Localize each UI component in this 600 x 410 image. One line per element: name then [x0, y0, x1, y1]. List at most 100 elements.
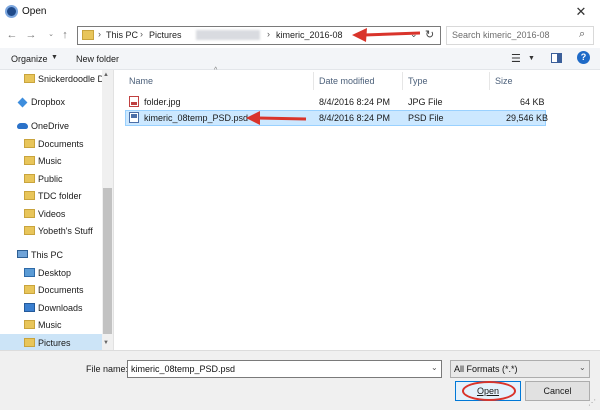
- view-options-icon[interactable]: ☰: [511, 52, 521, 65]
- nav-item-videos[interactable]: Videos: [0, 206, 102, 223]
- resize-grip-icon[interactable]: ⋰: [588, 398, 596, 407]
- folder-icon: [24, 139, 35, 148]
- folder-icon: [24, 174, 35, 183]
- annotation-circle: [462, 381, 516, 401]
- dropbox-icon: [17, 97, 28, 108]
- help-icon[interactable]: ?: [577, 51, 590, 64]
- nav-item-label: Music: [38, 320, 62, 330]
- nav-item-label: Documents: [38, 285, 84, 295]
- column-header-type[interactable]: Type: [408, 76, 428, 86]
- nav-item-snickerdoodle[interactable]: Snickerdoodle D: [0, 71, 104, 88]
- nav-item-dropbox[interactable]: Dropbox: [0, 94, 102, 111]
- organize-dropdown-icon[interactable]: ▼: [51, 54, 58, 61]
- nav-item-label: Dropbox: [31, 97, 66, 107]
- sort-chevron-icon: ^: [214, 67, 218, 74]
- breadcrumb-redacted[interactable]: [196, 30, 260, 40]
- file-type: PSD File: [408, 113, 444, 123]
- file-size: 29,546 KB: [506, 113, 549, 123]
- preview-pane-icon-fill: [557, 54, 561, 62]
- cloud-icon: [17, 123, 28, 129]
- file-date: 8/4/2016 8:24 PM: [319, 113, 391, 123]
- breadcrumb-chevron-icon[interactable]: ›: [267, 29, 270, 39]
- nav-item-tdc-folder[interactable]: TDC folder: [0, 188, 102, 205]
- nav-item-yobeths-stuff[interactable]: Yobeth's Stuff: [0, 223, 102, 240]
- nav-item-label: Music: [38, 156, 62, 166]
- filter-dropdown-icon[interactable]: ⌄: [579, 363, 586, 372]
- window-title: Open: [22, 6, 47, 17]
- file-row-folder-jpg[interactable]: folder.jpg 8/4/2016 8:24 PM JPG File 64 …: [125, 94, 545, 110]
- view-dropdown-icon[interactable]: ▼: [528, 55, 535, 62]
- column-header-date-modified[interactable]: Date modified: [319, 76, 375, 86]
- file-type: JPG File: [408, 97, 443, 107]
- nav-scrollbar-thumb[interactable]: [103, 188, 112, 334]
- annotation-arrow-address: [352, 28, 421, 42]
- file-date: 8/4/2016 8:24 PM: [319, 97, 391, 107]
- downloads-folder-icon: [24, 303, 35, 312]
- column-divider[interactable]: [313, 72, 314, 90]
- psd-file-icon: [129, 112, 139, 123]
- search-icon[interactable]: ⌕: [579, 28, 585, 41]
- jpg-file-icon: [129, 96, 139, 107]
- file-type-filter-value: All Formats (*.*): [454, 364, 518, 374]
- close-button[interactable]: ✕: [566, 2, 596, 22]
- recent-chevron-down-icon[interactable]: ⌄: [44, 27, 58, 43]
- column-header-size[interactable]: Size: [495, 76, 513, 86]
- folder-icon: [24, 226, 35, 235]
- documents-folder-icon: [24, 285, 35, 294]
- breadcrumb-this-pc[interactable]: This PC: [106, 30, 138, 40]
- annotation-arrow-file: [246, 111, 307, 125]
- new-folder-button[interactable]: New folder: [76, 54, 119, 64]
- file-size: 64 KB: [520, 97, 545, 107]
- nav-item-label: Pictures: [38, 338, 71, 348]
- folder-icon: [82, 30, 94, 40]
- breadcrumb-current-folder[interactable]: kimeric_2016-08: [276, 30, 343, 40]
- scroll-down-icon[interactable]: ▼: [103, 340, 109, 346]
- nav-item-label: Videos: [38, 209, 66, 219]
- column-header-name[interactable]: Name: [129, 76, 153, 86]
- breadcrumb-chevron-icon[interactable]: ›: [98, 29, 101, 39]
- nav-item-label: This PC: [31, 250, 64, 260]
- music-folder-icon: [24, 320, 35, 329]
- file-name: kimeric_08temp_PSD.psd: [144, 113, 249, 123]
- forward-arrow-icon[interactable]: →: [24, 27, 38, 43]
- nav-item-this-pc[interactable]: This PC: [0, 247, 102, 264]
- up-arrow-icon[interactable]: ↑: [58, 27, 72, 43]
- breadcrumb-pictures[interactable]: Pictures: [149, 30, 182, 40]
- file-name-dropdown-icon[interactable]: ⌄: [431, 363, 438, 372]
- nav-item-pc-music[interactable]: Music: [0, 317, 102, 334]
- refresh-icon[interactable]: ↻: [425, 28, 434, 41]
- folder-icon: [24, 191, 35, 200]
- nav-item-label: Downloads: [38, 303, 83, 313]
- folder-icon: [24, 74, 35, 83]
- nav-item-public[interactable]: Public: [0, 171, 102, 188]
- pictures-folder-icon: [24, 338, 35, 347]
- nav-item-label: Desktop: [38, 268, 72, 278]
- column-divider[interactable]: [489, 72, 490, 90]
- nav-item-pc-documents[interactable]: Documents: [0, 282, 102, 299]
- nav-item-label: TDC folder: [38, 191, 82, 201]
- nav-item-onedrive-music[interactable]: Music: [0, 153, 102, 170]
- nav-item-desktop[interactable]: Desktop: [0, 265, 102, 282]
- title-bar: [0, 0, 600, 24]
- desktop-folder-icon: [24, 268, 35, 277]
- back-arrow-icon[interactable]: ←: [5, 27, 19, 43]
- folder-icon: [24, 156, 35, 165]
- nav-item-label: Yobeth's Stuff: [38, 226, 93, 236]
- dialog-footer: [0, 350, 600, 410]
- scroll-up-icon[interactable]: ▲: [103, 72, 109, 78]
- file-name-label: File name:: [86, 364, 129, 374]
- nav-item-onedrive-documents[interactable]: Documents: [0, 136, 102, 153]
- computer-icon: [17, 250, 28, 258]
- app-icon: [5, 5, 18, 18]
- nav-item-downloads[interactable]: Downloads: [0, 300, 102, 317]
- nav-item-label: Public: [38, 174, 63, 184]
- nav-item-onedrive[interactable]: OneDrive: [0, 118, 102, 135]
- breadcrumb-chevron-icon[interactable]: ›: [140, 29, 143, 39]
- cancel-button[interactable]: Cancel: [525, 381, 590, 401]
- column-divider[interactable]: [402, 72, 403, 90]
- nav-item-label: OneDrive: [31, 121, 70, 131]
- file-name-value: kimeric_08temp_PSD.psd: [131, 364, 236, 374]
- file-row-kimeric-psd[interactable]: kimeric_08temp_PSD.psd 8/4/2016 8:24 PM …: [125, 110, 549, 126]
- file-name: folder.jpg: [144, 97, 181, 107]
- organize-button[interactable]: Organize: [11, 54, 48, 64]
